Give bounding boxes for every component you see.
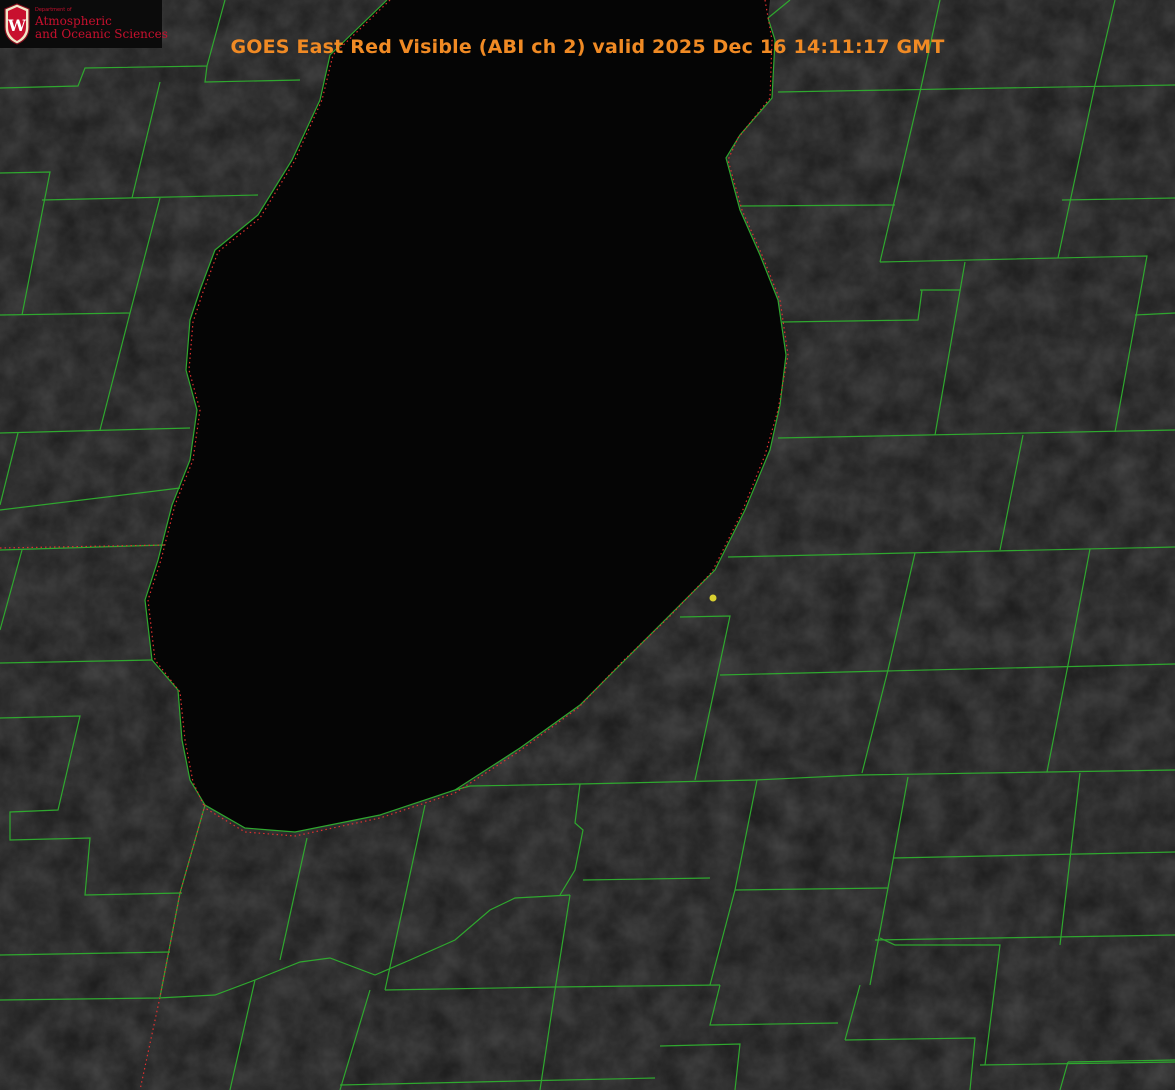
logo-department: Department of: [35, 7, 72, 13]
seal-letter: W: [7, 16, 27, 35]
image-title: GOES East Red Visible (ABI ch 2) valid 2…: [230, 36, 945, 58]
satellite-map-viewer: W Department of Atmospheric and Oceanic …: [0, 0, 1175, 1090]
station-marker[interactable]: [709, 594, 717, 602]
satellite-image: [0, 0, 1175, 1090]
